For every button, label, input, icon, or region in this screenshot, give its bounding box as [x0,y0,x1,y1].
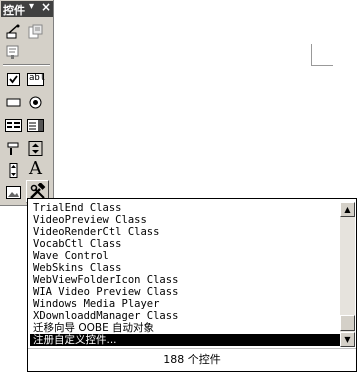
scroll-up-icon: ▲ [344,205,351,214]
list-item-selected[interactable]: 注册自定义控件... [30,334,340,346]
tool-rectangle[interactable] [4,93,23,112]
option-button-icon [29,96,42,109]
tool-spinner[interactable] [26,139,45,158]
scroll-up-button[interactable]: ▲ [340,202,355,217]
controls-count-status: 188 个控件 [28,348,356,371]
dropdown-arrow-icon[interactable]: ▾ [29,1,34,12]
list-item[interactable]: WebViewFolderIcon Class [30,274,340,286]
tool-wizard[interactable] [4,22,23,41]
close-icon[interactable]: × [41,0,51,14]
listbox-icon [5,119,22,132]
controls-list[interactable]: TrialEnd Class VideoPreview Class VideoR… [30,202,340,346]
vertical-scrollbar[interactable]: ▲ ▼ [340,202,355,347]
image-icon [6,186,21,199]
tool-option-button[interactable] [26,93,45,112]
spinner-icon [28,141,43,156]
scroll-down-button[interactable]: ▼ [340,332,355,347]
tool-code[interactable] [4,43,23,62]
checkbox-icon [7,73,20,86]
toolbox-title-bar[interactable]: 控件 ▾ × [1,0,53,17]
list-item[interactable]: VideoRenderCtl Class [30,226,340,238]
label-icon: abl [29,73,46,83]
toolbox-separator [3,64,50,66]
tool-label[interactable]: abl [26,70,45,89]
text-icon: A [29,157,42,179]
scrollbar-icon [9,163,18,178]
canvas-corner-mark [311,65,333,66]
list-item[interactable]: Wave Control [30,250,340,262]
list-item[interactable]: 迁移向导 OOBE 自动对象 [30,322,340,334]
list-item[interactable]: VocabCtl Class [30,238,340,250]
list-item[interactable]: TrialEnd Class [30,202,340,214]
list-item[interactable]: XDownloaddManager Class [30,310,340,322]
list-item[interactable]: VideoPreview Class [30,214,340,226]
scroll-down-icon: ▼ [344,335,351,344]
tool-text[interactable]: A [26,159,45,178]
list-item[interactable]: WIA Video Preview Class [30,286,340,298]
combobox-icon [27,119,44,132]
tool-line[interactable] [4,139,23,158]
wizard-icon [6,24,20,39]
scrollbar-thumb[interactable] [340,315,355,331]
list-item[interactable]: Windows Media Player [30,298,340,310]
rectangle-icon [6,98,21,107]
tool-scrollbar[interactable] [4,161,23,180]
line-icon [7,142,19,155]
code-icon [6,45,19,59]
controls-list-popup: TrialEnd Class VideoPreview Class VideoR… [27,198,357,372]
canvas-corner-mark [311,44,312,65]
tool-image[interactable] [4,183,23,202]
properties-icon [28,24,43,39]
list-item[interactable]: WebSkins Class [30,262,340,274]
tool-checkbox[interactable] [4,70,23,89]
tool-listbox[interactable] [4,116,23,135]
toolbox-title: 控件 [3,4,25,17]
tool-properties[interactable] [26,22,45,41]
control-toolbox: 控件 ▾ × abl A [0,0,54,206]
tool-combobox[interactable] [26,116,45,135]
